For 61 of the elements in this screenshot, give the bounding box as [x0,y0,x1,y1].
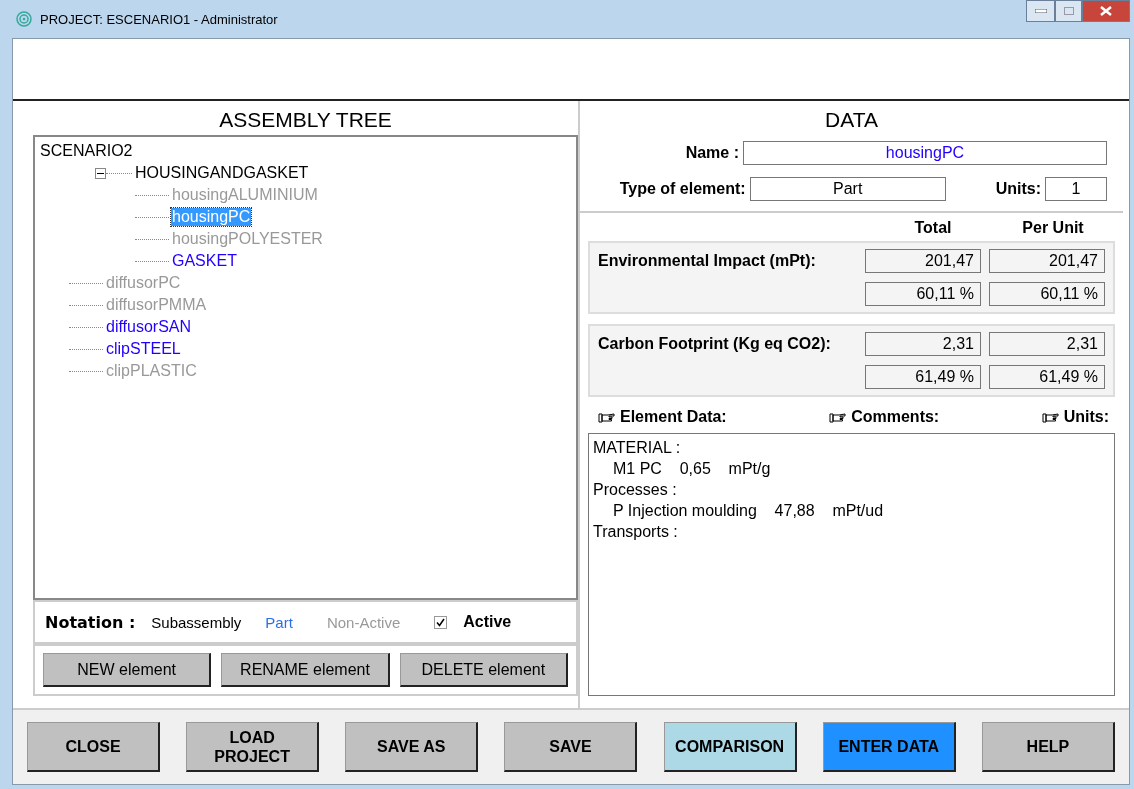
tree-root[interactable]: SCENARIO2 [39,142,134,160]
tab-label[interactable]: Comments: [851,408,940,426]
tab-label[interactable]: Element Data: [620,408,727,426]
close-window-button[interactable] [1082,0,1130,22]
legend-text: Part [265,613,293,631]
action-button[interactable]: SAVE AS [345,722,479,772]
action-button[interactable]: COMPARISON [663,722,797,772]
action-button[interactable]: CLOSE [27,722,160,772]
tree-item[interactable]: GASKET [171,252,238,270]
tree-item[interactable]: clipSTEEL [105,340,182,358]
section-title: Processes : [593,480,678,500]
section-title: Transports : [593,522,679,542]
tree-item[interactable]: HOUSINGANDGASKET [134,164,310,182]
column-header: Per Unit [1021,219,1085,237]
section-title: MATERIAL : [593,438,682,458]
name-field[interactable]: housingPC [743,141,1107,165]
collapse-toggle-icon[interactable] [95,167,106,179]
action-button[interactable]: LOAD PROJECT [186,722,320,772]
field-label: Units: [995,180,1041,198]
action-button[interactable]: HELP [981,722,1115,772]
value-field: 201,47 [865,249,981,273]
value-field: 201,47 [989,249,1105,273]
notation-label: Notation : [45,612,136,632]
metric-label: Carbon Footprint (Kg eq CO2): [598,335,832,353]
minimize-button[interactable] [1026,0,1055,22]
value-field: 61,49 % [989,365,1105,389]
window-title: PROJECT: ESCENARIO1 - Administrator [40,11,278,27]
legend-text: Non-Active [326,613,401,631]
pointing-hand-icon [829,411,848,423]
pointing-hand-icon [1041,411,1060,423]
active-checkbox[interactable] [434,615,448,629]
legend-text: Active [463,613,512,631]
metric-label: Environmental Impact (mPt): [598,252,817,270]
tree-item[interactable]: diffusorSAN [105,318,193,336]
maximize-icon [1063,7,1074,15]
data-line: P Injection moulding 47,88 mPt/ud [612,501,885,521]
pointing-hand-icon [598,411,616,423]
panel-heading: DATA [824,107,879,133]
field-label: Type of element: [619,180,746,198]
value-field: 2,31 [989,332,1105,356]
element-button[interactable]: DELETE element [399,653,568,687]
element-data-text-area[interactable]: MATERIAL : M1 PC 0,65 mPt/g Processes : P Injection moulding 47,88 mPt/ud Transports : [588,433,1115,696]
type-field[interactable]: Part [749,177,946,201]
close-icon [1100,6,1112,16]
units-field[interactable]: 1 [1045,177,1107,201]
action-button[interactable]: SAVE [504,722,638,772]
tab-label[interactable]: Units: [1063,408,1109,426]
element-button[interactable]: RENAME element [221,653,390,687]
panel-heading: ASSEMBLY TREE [218,107,393,133]
value-field: 2,31 [865,332,981,356]
maximize-button[interactable] [1055,0,1082,22]
legend-text: Subassembly [151,613,242,631]
column-header: Total [913,219,953,237]
field-label: Name : [685,144,739,162]
value-field: 60,11 % [989,282,1105,306]
action-button[interactable]: ENTER DATA [822,722,956,772]
element-button[interactable]: NEW element [43,653,212,687]
value-field: 60,11 % [865,282,981,306]
data-line: M1 PC 0,65 mPt/g [612,459,772,479]
value-field: 61,49 % [865,365,981,389]
minimize-icon [1034,9,1047,13]
